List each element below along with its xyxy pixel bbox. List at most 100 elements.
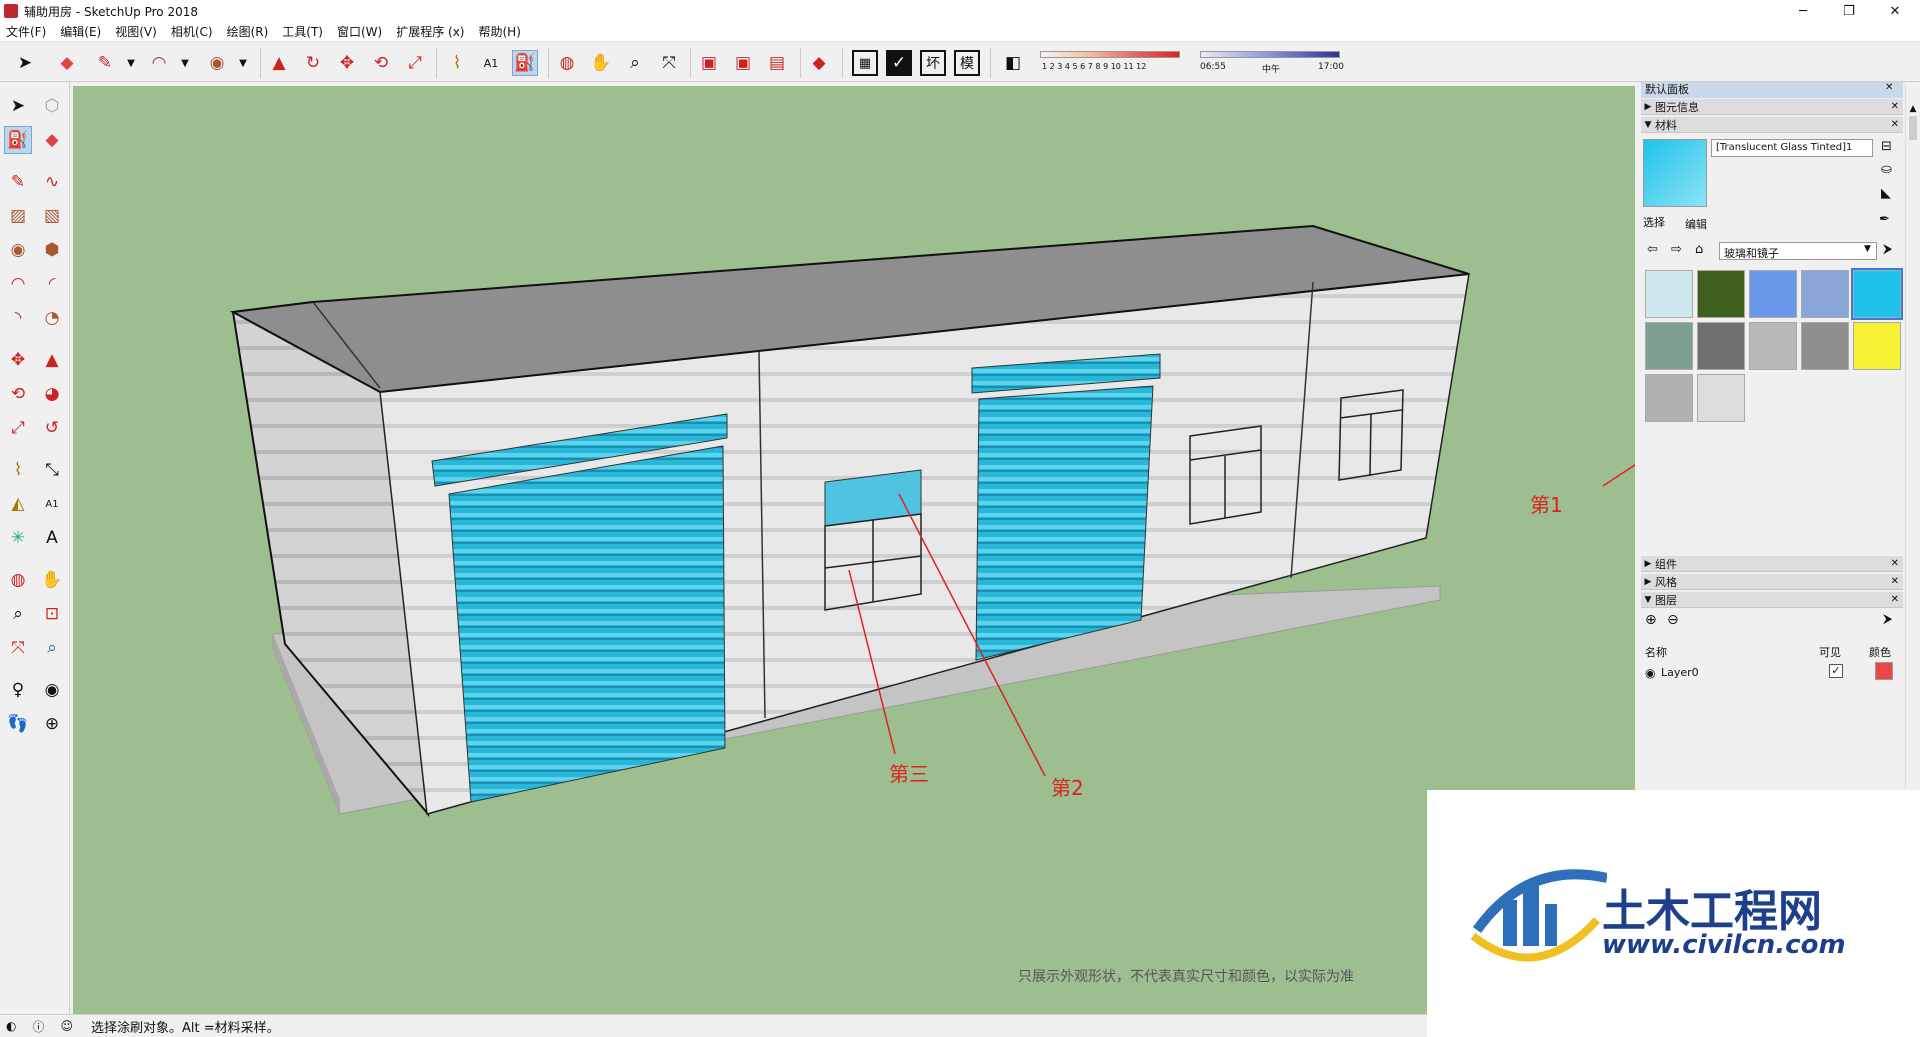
section-components[interactable]: ▶ 组件 ✕ [1641,556,1903,572]
layer-visible-checkbox[interactable]: ✓ [1829,664,1843,678]
section-layers[interactable]: ▼ 图层 ✕ [1641,592,1903,608]
user-icon[interactable]: ☺ [61,1019,74,1033]
details-arrow-icon[interactable]: ⮞ [1883,242,1892,257]
pencil-icon[interactable]: ✎ [92,50,118,76]
rotate-icon[interactable]: ⟲ [4,380,32,408]
walk-icon[interactable]: 👣 [4,710,32,738]
menu-camera[interactable]: 相机(C) [171,23,213,40]
default-material-icon[interactable]: ⛀ [1881,162,1892,177]
protractor-icon[interactable]: ◭ [4,490,32,518]
forward-arrow-icon[interactable]: ⇨ [1671,242,1682,257]
move-icon[interactable]: ✥ [334,50,360,76]
table-icon[interactable]: ▦ [852,50,878,76]
zoom-extents-icon[interactable]: ⤧ [656,50,682,76]
menu-draw[interactable]: 绘图(R) [227,23,269,40]
tab-edit[interactable]: 编辑 [1685,216,1707,232]
tray-scrollbar[interactable]: ▲ [1905,82,1920,790]
zoom-icon[interactable]: ⌕ [4,600,32,628]
close-button[interactable]: ✕ [1872,0,1918,22]
material-name-field[interactable]: [Translucent Glass Tinted]1 [1711,139,1873,157]
collection-dropdown[interactable]: 玻璃和镜子 [1719,242,1877,260]
material-swatch[interactable] [1749,270,1797,318]
select-tool-icon[interactable]: ➤ [12,50,38,76]
menu-help[interactable]: 帮助(H) [478,23,520,40]
polygon-icon[interactable]: ⬢ [38,236,66,264]
layer-details-icon[interactable]: ⮞ [1883,612,1892,627]
arc-icon[interactable]: ◠ [4,270,32,298]
extension-warehouse-icon[interactable]: ▤ [764,50,790,76]
menu-file[interactable]: 文件(F) [6,23,46,40]
menu-edit[interactable]: 编辑(E) [60,23,101,40]
previous-view-icon[interactable]: ⌕ [38,634,66,662]
menu-tools[interactable]: 工具(T) [282,23,323,40]
scale-icon[interactable]: ⤢ [4,414,32,442]
share-model-icon[interactable]: ▣ [730,50,756,76]
zoom-window-icon[interactable]: ⊡ [38,600,66,628]
info-icon[interactable]: ⓘ [32,1018,44,1035]
orbit-icon[interactable]: ◍ [554,50,580,76]
shadows-toggle-icon[interactable]: ◧ [1000,50,1026,76]
position-camera-icon[interactable]: ♀ [4,676,32,704]
ruby-icon[interactable]: ◆ [806,50,832,76]
material-swatch[interactable] [1697,322,1745,370]
freehand-icon[interactable]: ∿ [38,168,66,196]
dimension-icon[interactable]: ⤡ [38,456,66,484]
check-icon[interactable]: ✓ [886,50,912,76]
extra-tool-1[interactable]: 坏 [920,50,946,76]
three-point-arc-icon[interactable]: ◝ [4,304,32,332]
add-layer-icon[interactable]: ⊕ [1645,612,1657,628]
material-swatch[interactable] [1645,374,1693,422]
menu-window[interactable]: 窗口(W) [337,23,382,40]
arc-icon[interactable]: ◠ [146,50,172,76]
material-swatch[interactable] [1801,322,1849,370]
material-swatch[interactable] [1853,322,1901,370]
back-arrow-icon[interactable]: ⇦ [1647,242,1658,257]
menu-extensions[interactable]: 扩展程序 (x) [396,23,464,40]
chevron-down-icon[interactable]: ▼ [172,50,198,76]
layer-color-swatch[interactable] [1875,662,1893,680]
circle-icon[interactable]: ◉ [4,236,32,264]
material-swatch[interactable] [1801,270,1849,318]
zoom-extents-icon[interactable]: ⤧ [4,634,32,662]
material-swatch[interactable] [1749,322,1797,370]
material-swatch[interactable] [1645,322,1693,370]
look-around-icon[interactable]: ◉ [38,676,66,704]
rotate-icon[interactable]: ⟲ [368,50,394,76]
3d-text-icon[interactable]: A [38,524,66,552]
follow-me-icon[interactable]: ↻ [300,50,326,76]
tray-close-icon[interactable]: ✕ [1885,82,1893,93]
orbit-icon[interactable]: ◍ [4,566,32,594]
pie-icon[interactable]: ◔ [38,304,66,332]
maximize-button[interactable]: ❐ [1826,0,1872,22]
paint-bucket-icon[interactable]: ⛽ [4,126,32,154]
model-viewport[interactable]: 第1 第2 第三 只展示外观形状，不代表真实尺寸和颜色，以实际为准 [73,86,1635,1014]
chevron-down-icon[interactable]: ▼ [230,50,256,76]
text-icon[interactable]: A1 [38,490,66,518]
warehouse-icon[interactable]: ▣ [696,50,722,76]
section-styles[interactable]: ▶ 风格 ✕ [1641,574,1903,590]
section-plane-icon[interactable]: ⊕ [38,710,66,738]
material-swatch[interactable] [1645,270,1693,318]
tape-measure-icon[interactable]: ⌇ [4,456,32,484]
shadow-time-slider[interactable] [1200,51,1340,58]
create-material-icon[interactable]: ⊟ [1881,139,1892,154]
extra-tool-2[interactable]: 模 [954,50,980,76]
push-pull-icon[interactable]: ▲ [266,50,292,76]
paint-bucket-icon[interactable]: ⛽ [512,50,538,76]
circle-icon[interactable]: ◉ [204,50,230,76]
material-swatch[interactable] [1697,374,1745,422]
section-materials[interactable]: ▼ 材料 ✕ [1641,117,1903,133]
eraser-icon[interactable]: ◆ [54,50,80,76]
layer-active-radio[interactable]: ◉ [1645,666,1655,680]
scale-icon[interactable]: ⤢ [402,50,428,76]
two-point-arc-icon[interactable]: ◜ [38,270,66,298]
rotated-rectangle-icon[interactable]: ▧ [38,202,66,230]
push-pull-icon[interactable]: ▲ [38,346,66,374]
tab-select[interactable]: 选择 [1643,214,1665,230]
move-icon[interactable]: ✥ [4,346,32,374]
minimize-button[interactable]: ─ [1780,0,1826,22]
sample-paint-icon[interactable]: ◣ [1881,186,1891,201]
text-tool-icon[interactable]: A1 [478,50,504,76]
eyedropper-icon[interactable]: ✒ [1879,212,1890,227]
chevron-down-icon[interactable]: ▼ [118,50,144,76]
